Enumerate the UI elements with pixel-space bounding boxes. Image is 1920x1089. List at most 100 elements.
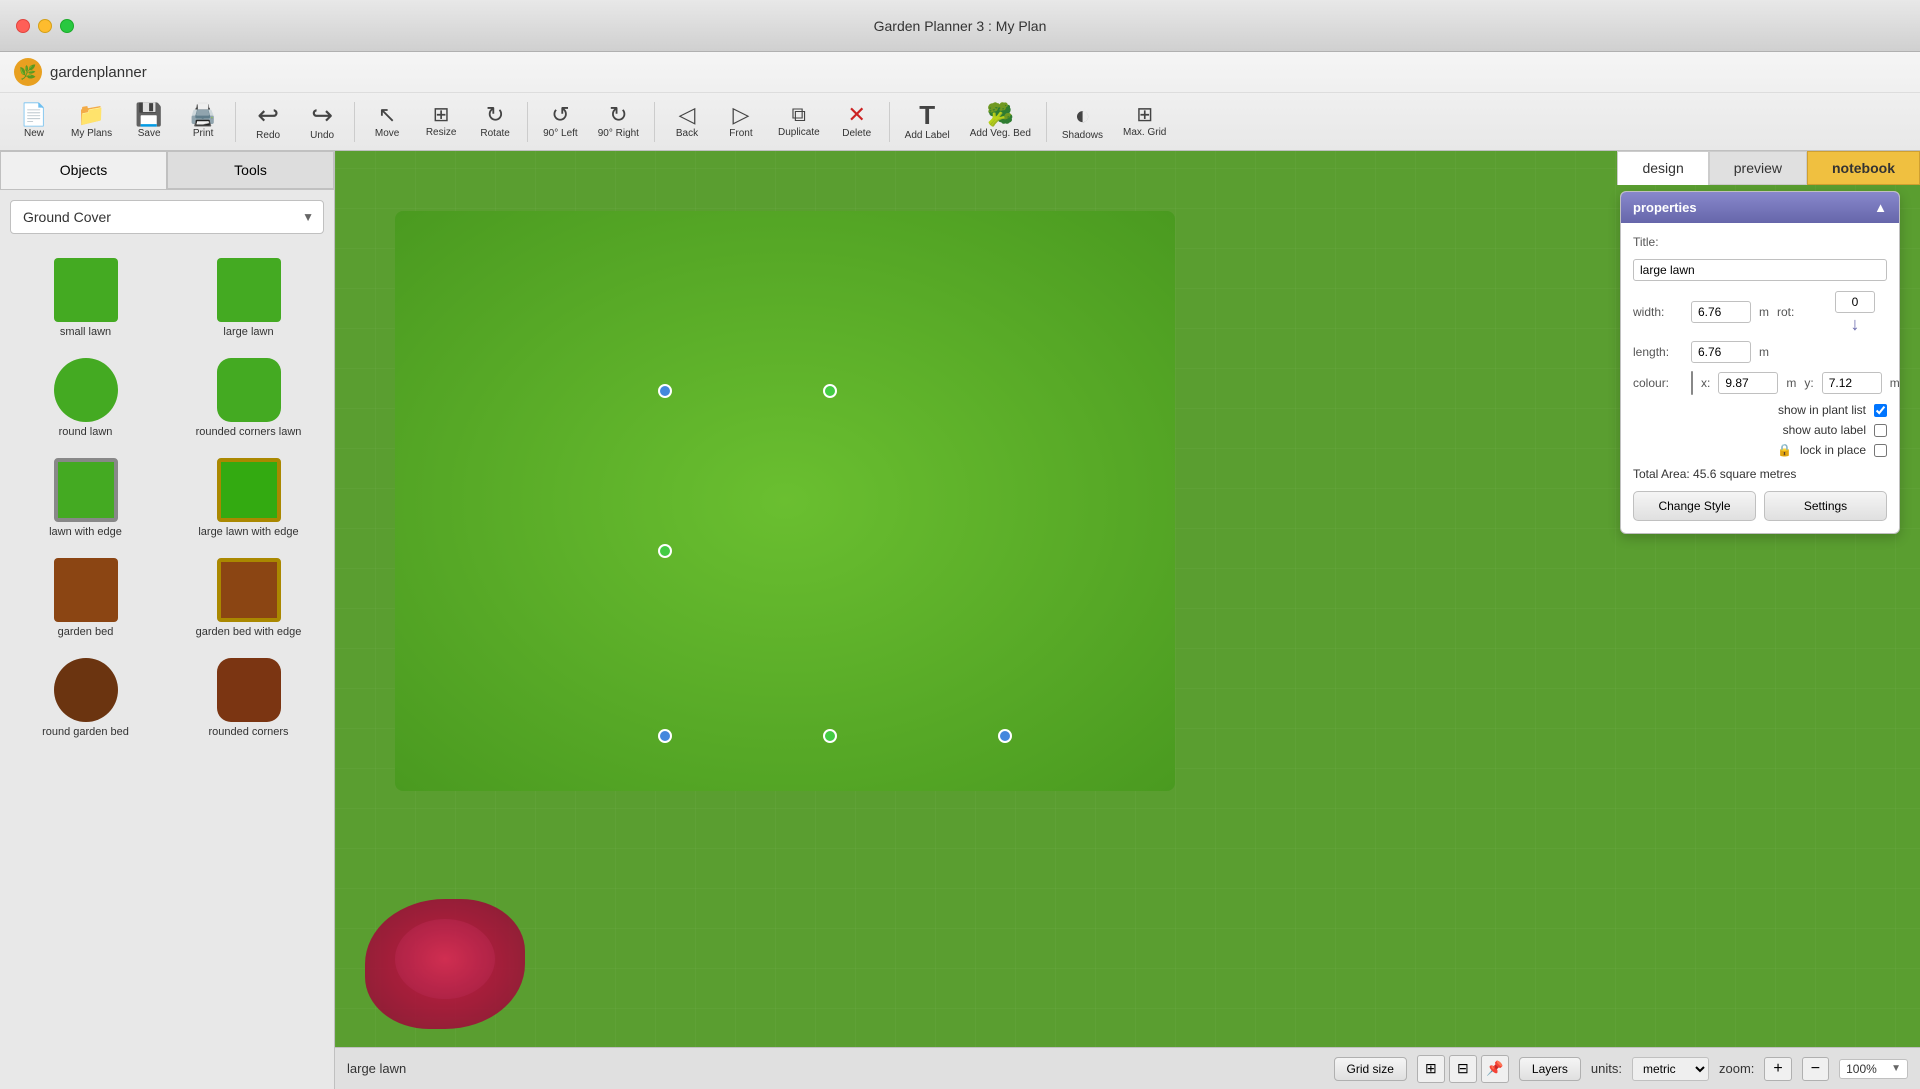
collapse-icon[interactable]: ▲ [1874,200,1887,215]
minimize-button[interactable] [38,19,52,33]
rot-arrow-icon: ↓ [1851,315,1860,333]
pin-icon[interactable]: 📌 [1481,1055,1509,1083]
units-select[interactable]: metric imperial [1632,1057,1709,1081]
handle-dot-bottom-center[interactable] [823,729,837,743]
list-item[interactable]: rounded corners [171,652,326,744]
toolbar: 📄 New 📁 My Plans 💾 Save 🖨️ Print ↩ Redo … [0,93,1920,150]
props-buttons: Change Style Settings [1633,491,1887,521]
bottom-object-label: large lawn [347,1061,406,1076]
main-layout: Objects Tools Ground Cover ▼ small lawn … [0,151,1920,1089]
lawn-canvas-object[interactable] [395,211,1175,791]
list-item[interactable]: round garden bed [8,652,163,744]
sidebar-tabs: Objects Tools [0,151,334,190]
new-button[interactable]: 📄 New [8,99,60,144]
close-button[interactable] [16,19,30,33]
list-item[interactable]: garden bed with edge [171,552,326,644]
redo-button[interactable]: ↪ Undo [296,97,348,146]
y-input[interactable] [1822,372,1882,394]
zoom-out-button[interactable]: − [1802,1057,1829,1081]
print-button[interactable]: 🖨️ Print [177,99,229,144]
list-item[interactable]: rounded corners lawn [171,352,326,444]
layers-button[interactable]: Layers [1519,1057,1581,1081]
object-label-large-lawn: large lawn [223,326,273,338]
list-item[interactable]: large lawn [171,252,326,344]
shadows-button[interactable]: ◐ Shadows [1053,97,1112,146]
red-bush-object[interactable] [365,899,525,1029]
list-item[interactable]: garden bed [8,552,163,644]
properties-body: Title: width: m rot: ↓ [1621,223,1899,533]
rot-input[interactable] [1835,291,1875,313]
save-label: Save [138,128,161,139]
change-style-button[interactable]: Change Style [1633,491,1756,521]
shadows-icon: ◐ [1075,102,1091,128]
show-auto-label-checkbox[interactable] [1874,424,1887,437]
title-bar: Garden Planner 3 : My Plan [0,0,1920,52]
list-item[interactable]: small lawn [8,252,163,344]
tab-tools[interactable]: Tools [167,151,334,189]
separator-6 [1046,102,1047,142]
x-input[interactable] [1718,372,1778,394]
handle-dot-middle-center[interactable] [658,544,672,558]
redo-icon: ↪ [311,102,333,128]
color-swatch[interactable] [1691,371,1693,395]
max-grid-button[interactable]: ⊞ Max. Grid [1114,100,1175,143]
add-veg-bed-button[interactable]: 🥦 Add Veg. Bed [961,99,1040,144]
y-unit: m [1890,376,1900,390]
tab-objects[interactable]: Objects [0,151,167,189]
move-icon: ↖ [378,104,396,126]
x-label: x: [1701,376,1710,390]
list-item[interactable]: large lawn with edge [171,452,326,544]
duplicate-button[interactable]: ⧉ Duplicate [769,100,829,143]
back-button[interactable]: ◁ Back [661,99,713,144]
traffic-lights [16,19,74,33]
properties-panel: properties ▲ Title: width: m rot: [1620,191,1900,534]
title-input[interactable] [1633,259,1887,281]
list-item[interactable]: lawn with edge [8,452,163,544]
tab-notebook[interactable]: notebook [1807,151,1920,185]
rotate-left-label: 90° Left [543,128,578,139]
rotate-button[interactable]: ↻ Rotate [469,99,521,144]
grid-icon-1[interactable]: ⊞ [1417,1055,1445,1083]
zoom-in-button[interactable]: + [1764,1057,1791,1081]
undo-button[interactable]: ↩ Redo [242,97,294,146]
handle-dot-bottom-left[interactable] [658,729,672,743]
add-label-button[interactable]: T Add Label [896,97,959,146]
handle-dot-bottom-right[interactable] [998,729,1012,743]
rot-container: ↓ [1835,291,1875,333]
save-button[interactable]: 💾 Save [123,99,175,144]
y-label: y: [1804,376,1813,390]
handle-dot-top-right[interactable] [823,384,837,398]
maximize-button[interactable] [60,19,74,33]
rotate-icon: ↻ [486,104,504,126]
canvas-area[interactable]: design preview notebook properties ▲ Tit… [335,151,1920,1089]
category-dropdown: Ground Cover ▼ [10,200,324,234]
brand-logo: 🌿 [14,58,42,86]
length-input[interactable] [1691,341,1751,363]
separator-2 [354,102,355,142]
front-button[interactable]: ▷ Front [715,99,767,144]
max-grid-icon: ⊞ [1136,105,1153,125]
category-select[interactable]: Ground Cover [10,200,324,234]
tab-design[interactable]: design [1617,151,1708,185]
total-area: Total Area: 45.6 square metres [1633,467,1887,481]
grid-icon-2[interactable]: ⊟ [1449,1055,1477,1083]
handle-dot-top-center[interactable] [658,384,672,398]
add-veg-bed-label: Add Veg. Bed [970,128,1031,139]
zoom-dropdown-icon[interactable]: ▼ [1891,1063,1901,1074]
rotate-right-button[interactable]: ↻ 90° Right [589,99,648,144]
tab-preview[interactable]: preview [1709,151,1807,185]
properties-title: properties [1633,200,1697,215]
delete-button[interactable]: ✕ Delete [831,99,883,144]
width-input[interactable] [1691,301,1751,323]
show-in-plant-list-checkbox[interactable] [1874,404,1887,417]
object-label-rounded-corners: rounded corners [208,726,288,738]
settings-button[interactable]: Settings [1764,491,1887,521]
resize-button[interactable]: ⊞ Resize [415,100,467,143]
lock-in-place-checkbox[interactable] [1874,444,1887,457]
delete-icon: ✕ [847,104,865,126]
rotate-left-button[interactable]: ↺ 90° Left [534,99,587,144]
grid-size-button[interactable]: Grid size [1334,1057,1407,1081]
my-plans-button[interactable]: 📁 My Plans [62,99,121,144]
move-button[interactable]: ↖ Move [361,99,413,144]
list-item[interactable]: round lawn [8,352,163,444]
